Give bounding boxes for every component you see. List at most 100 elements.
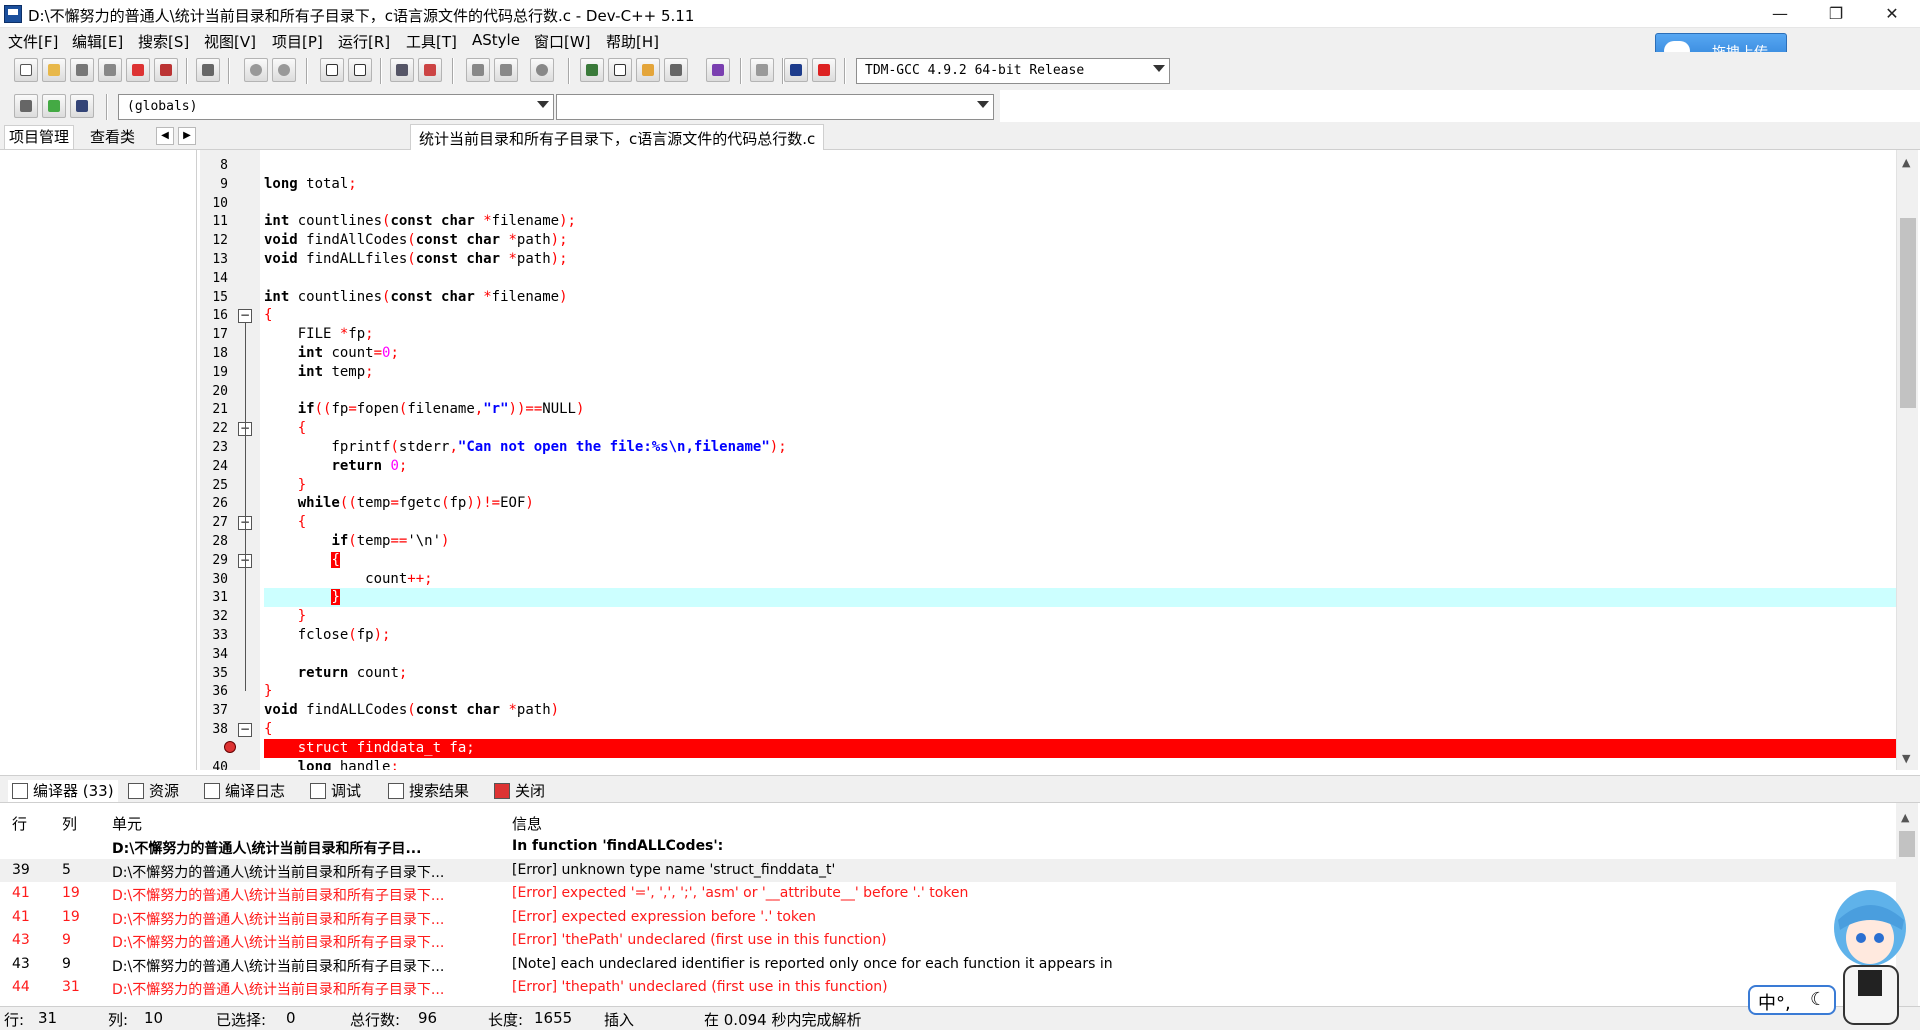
- goto-bookmark-icon[interactable]: [70, 94, 94, 118]
- compile-icon[interactable]: [580, 58, 604, 82]
- debug-icon[interactable]: [812, 58, 836, 82]
- message-row[interactable]: 43 9 D:\不懈努力的普通人\统计当前目录和所有子目录下... [Note] ea…: [0, 953, 1896, 977]
- status-length-label: 长度:: [488, 1011, 524, 1029]
- toolbar-separator: [452, 58, 454, 84]
- close-icon: [494, 783, 510, 799]
- tab-close[interactable]: 关闭: [494, 780, 545, 802]
- tab-close-label: 关闭: [515, 782, 546, 800]
- tab-search-results-label: 搜索结果: [409, 782, 470, 800]
- editor-file-tab[interactable]: 统计当前目录和所有子目录下，c语言源文件的代码总行数.c: [410, 124, 825, 150]
- tab-compiler[interactable]: 编译器 (33): [8, 780, 118, 802]
- moon-icon: ☾: [1810, 989, 1827, 1010]
- column-header-line[interactable]: 行: [12, 813, 27, 834]
- menu-tools[interactable]: 工具[T]: [406, 31, 457, 52]
- message-unit: D:\不懈努力的普通人\统计当前目录和所有子目录下...: [112, 911, 445, 928]
- save-icon[interactable]: [70, 58, 94, 82]
- status-total-label: 总行数:: [350, 1011, 401, 1029]
- left-panel-tabs: 项目管理 查看类 ◀ ▶: [0, 122, 200, 150]
- menu-run[interactable]: 运行[R]: [338, 31, 390, 52]
- save-all-icon[interactable]: [98, 58, 122, 82]
- tab-class-browser[interactable]: 查看类: [86, 126, 139, 147]
- member-select[interactable]: [556, 94, 994, 120]
- editor-vertical-scrollbar[interactable]: ▲ ▼: [1896, 150, 1918, 770]
- minimize-button[interactable]: —: [1752, 0, 1808, 28]
- scope-select[interactable]: (globals): [118, 94, 554, 120]
- project-tree-panel[interactable]: [0, 150, 197, 770]
- scroll-up-icon[interactable]: ▲: [1902, 156, 1910, 169]
- message-row[interactable]: 41 19 D:\不懈努力的普通人\统计当前目录和所有子目录下... [Error] …: [0, 906, 1896, 930]
- message-text: [Error] 'thepath' undeclared (first use …: [512, 979, 888, 995]
- close-file-icon[interactable]: [126, 58, 150, 82]
- find-icon[interactable]: [320, 58, 344, 82]
- goto-prev-icon[interactable]: [466, 58, 490, 82]
- menu-astyle[interactable]: AStyle: [472, 31, 520, 49]
- message-col: 5: [62, 861, 71, 878]
- goto-next-icon[interactable]: [494, 58, 518, 82]
- run-icon[interactable]: [608, 58, 632, 82]
- compiler-select[interactable]: TDM-GCC 4.9.2 64-bit Release: [856, 58, 1170, 84]
- scroll-up-icon[interactable]: ▲: [1901, 811, 1909, 824]
- undo-icon[interactable]: [244, 58, 268, 82]
- compiler-messages-table[interactable]: 行 列 单元 信息 D:\不懈努力的普通人\统计当前目录和所有子目... In f…: [0, 803, 1896, 1006]
- column-header-unit[interactable]: 单元: [112, 813, 142, 834]
- chevron-down-icon: [537, 101, 549, 108]
- menu-help[interactable]: 帮助[H]: [606, 31, 659, 52]
- indent-icon[interactable]: [390, 58, 414, 82]
- line-number-gutter: [200, 150, 260, 770]
- message-unit: D:\不懈努力的普通人\统计当前目录和所有子目录下...: [112, 982, 445, 998]
- close-window-button[interactable]: ✕: [1864, 0, 1920, 28]
- main-toolbar: TDM-GCC 4.9.2 64-bit Release: [0, 52, 1920, 90]
- toolbar-separator: [228, 58, 230, 84]
- scroll-down-icon[interactable]: ▼: [1902, 752, 1910, 765]
- message-text: In function 'findALLCodes':: [512, 838, 724, 854]
- open-file-icon[interactable]: [42, 58, 66, 82]
- scrollbar-thumb[interactable]: [1900, 218, 1916, 408]
- menu-view[interactable]: 视图[V]: [204, 31, 256, 52]
- rebuild-icon[interactable]: [664, 58, 688, 82]
- menu-edit[interactable]: 编辑[E]: [72, 31, 123, 52]
- tab-resources[interactable]: 资源: [128, 780, 179, 802]
- tab-debug[interactable]: 调试: [310, 780, 361, 802]
- message-row[interactable]: 41 19 D:\不懈努力的普通人\统计当前目录和所有子目录下... [Error] …: [0, 882, 1896, 906]
- insert-icon[interactable]: [14, 94, 38, 118]
- profile-chart-icon[interactable]: [784, 58, 808, 82]
- stop-execution-icon[interactable]: [750, 58, 774, 82]
- tab-project-manager[interactable]: 项目管理: [4, 125, 75, 149]
- tab-scroll-left-icon[interactable]: ◀: [156, 127, 174, 145]
- menu-window[interactable]: 窗口[W]: [534, 31, 591, 52]
- editor-tab-bar: 统计当前目录和所有子目录下，c语言源文件的代码总行数.c: [200, 122, 1920, 150]
- bookmark-icon[interactable]: [530, 58, 554, 82]
- class-toolbar: (globals): [0, 90, 1000, 122]
- menu-project[interactable]: 项目[P]: [272, 31, 323, 52]
- message-text: [Note] each undeclared identifier is rep…: [512, 955, 1113, 972]
- code-editor[interactable]: [260, 150, 1896, 770]
- scope-select-value: (globals): [127, 99, 198, 114]
- devcpp-app-icon[interactable]: [4, 5, 22, 23]
- ime-indicator[interactable]: 中°, ☾: [1748, 985, 1836, 1015]
- toolbar-separator: [844, 58, 846, 84]
- toggle-bookmark-icon[interactable]: [42, 94, 66, 118]
- restore-button[interactable]: ❐: [1808, 0, 1864, 28]
- scrollbar-thumb[interactable]: [1899, 831, 1915, 857]
- message-row[interactable]: 44 31 D:\不懈努力的普通人\统计当前目录和所有子目录下... [Error] …: [0, 976, 1896, 1000]
- toolbar-separator: [568, 58, 570, 84]
- redo-icon[interactable]: [272, 58, 296, 82]
- new-file-icon[interactable]: [14, 58, 38, 82]
- replace-icon[interactable]: [348, 58, 372, 82]
- message-row[interactable]: 43 9 D:\不懈努力的普通人\统计当前目录和所有子目录下... [Error] '…: [0, 929, 1896, 953]
- message-row[interactable]: 39 5 D:\不懈努力的普通人\统计当前目录和所有子目录下... [Error] u…: [0, 858, 1896, 882]
- menu-file[interactable]: 文件[F]: [8, 31, 58, 52]
- toolbar-separator: [106, 94, 108, 120]
- column-header-col[interactable]: 列: [62, 813, 77, 834]
- message-row[interactable]: D:\不懈努力的普通人\统计当前目录和所有子目... In function 'f…: [0, 835, 1896, 859]
- tab-scroll-right-icon[interactable]: ▶: [178, 127, 196, 145]
- menu-search[interactable]: 搜索[S]: [138, 31, 189, 52]
- close-all-icon[interactable]: [154, 58, 178, 82]
- compile-run-icon[interactable]: [636, 58, 660, 82]
- unindent-icon[interactable]: [418, 58, 442, 82]
- tab-compile-log[interactable]: 编译日志: [204, 780, 285, 802]
- column-header-message[interactable]: 信息: [512, 813, 542, 834]
- syntax-check-icon[interactable]: [706, 58, 730, 82]
- print-icon[interactable]: [196, 58, 220, 82]
- tab-search-results[interactable]: 搜索结果: [388, 780, 469, 802]
